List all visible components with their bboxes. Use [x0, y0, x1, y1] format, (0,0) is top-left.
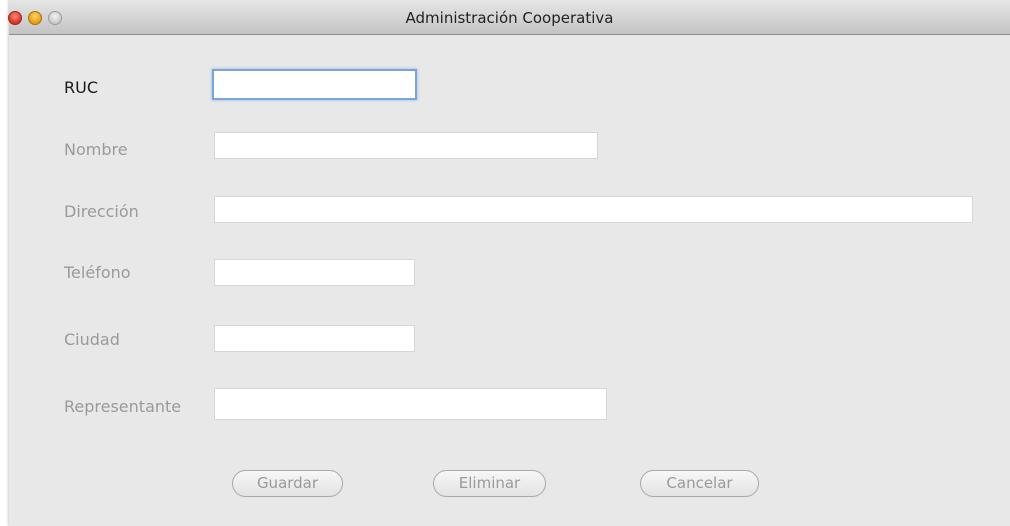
representante-label: Representante — [64, 397, 182, 416]
ruc-label: RUC — [64, 78, 98, 97]
eliminar-button[interactable]: Eliminar — [433, 470, 546, 497]
ciudad-label: Ciudad — [64, 330, 120, 349]
direccion-input[interactable] — [214, 196, 973, 223]
ruc-input[interactable] — [212, 69, 417, 100]
ciudad-input[interactable] — [214, 325, 415, 352]
app-window: Administración Cooperativa RUC Nombre Di… — [8, 0, 1010, 526]
window-title: Administración Cooperativa — [405, 9, 614, 27]
telefono-label: Teléfono — [64, 263, 131, 282]
title-bar: Administración Cooperativa — [8, 0, 1010, 35]
telefono-input[interactable] — [214, 259, 415, 286]
cancelar-button[interactable]: Cancelar — [640, 470, 759, 497]
nombre-label: Nombre — [64, 140, 128, 159]
direccion-label: Dirección — [64, 202, 139, 221]
guardar-button[interactable]: Guardar — [232, 470, 343, 497]
nombre-input[interactable] — [214, 132, 598, 159]
representante-input[interactable] — [214, 388, 607, 420]
